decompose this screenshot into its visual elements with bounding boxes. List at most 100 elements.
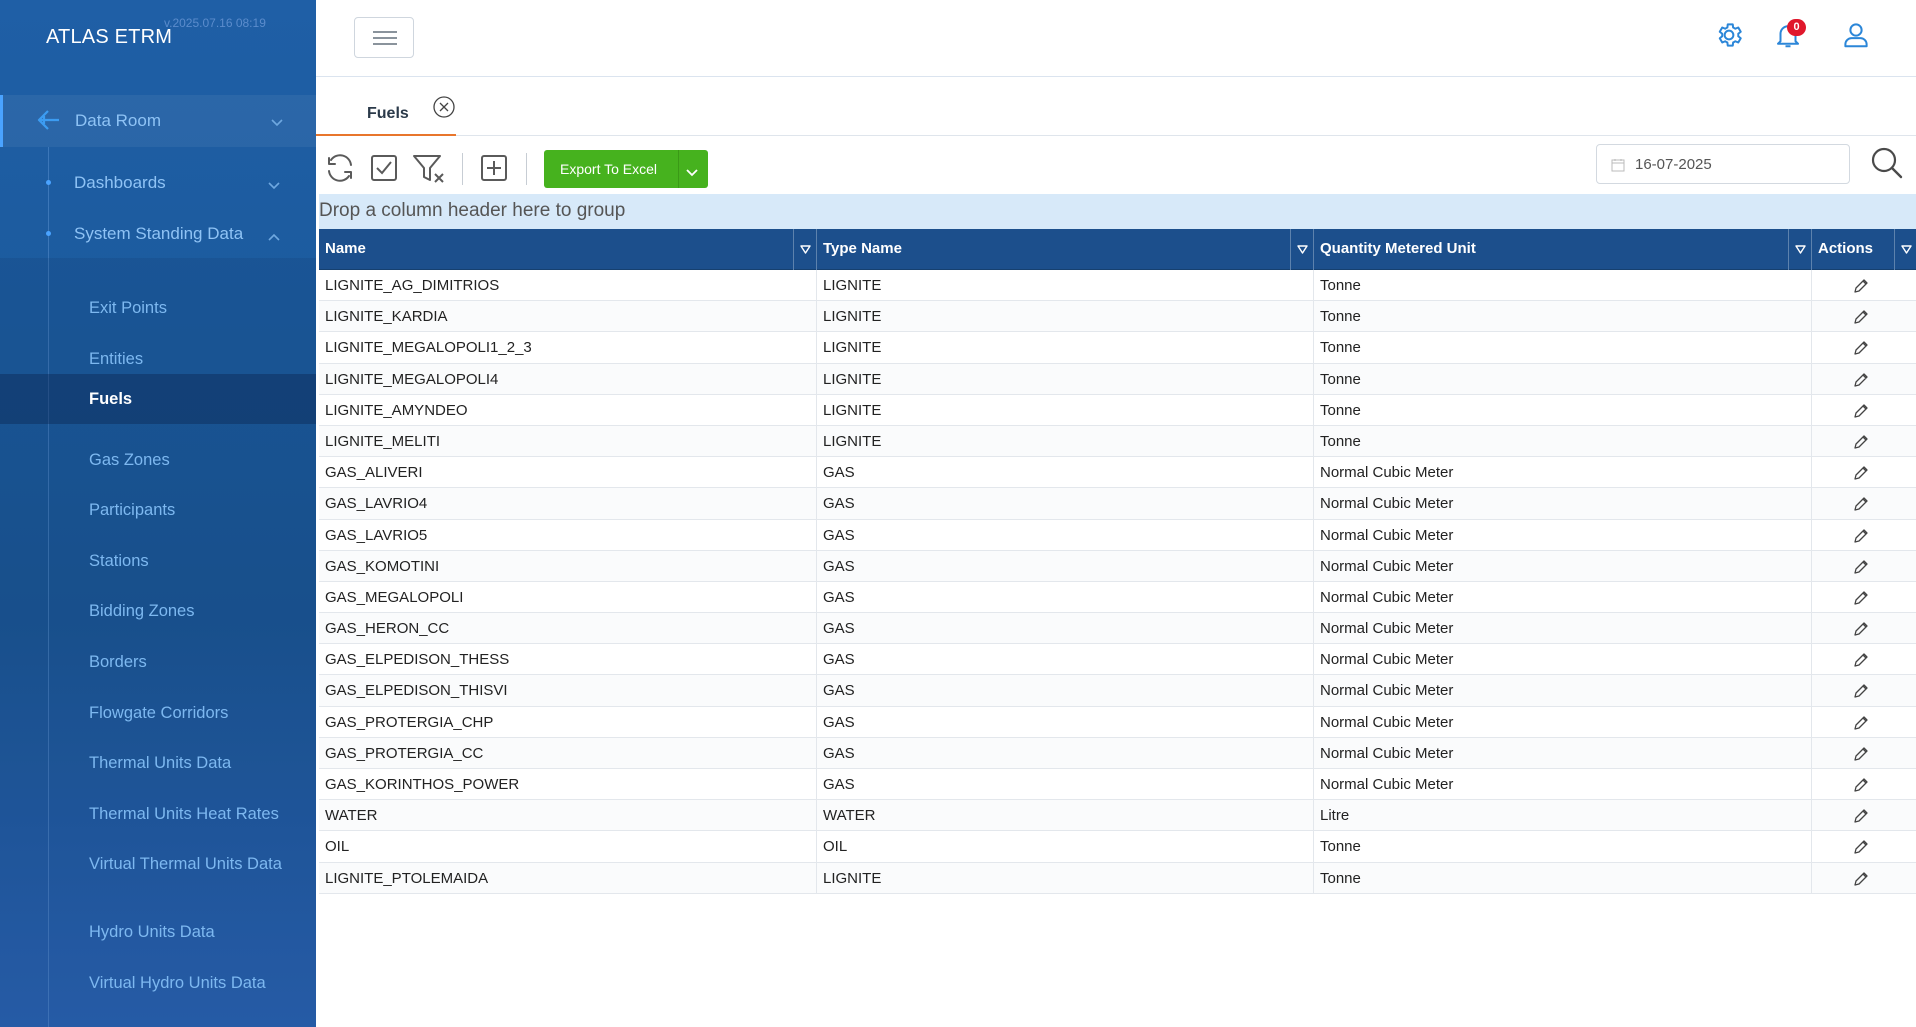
cell-type-name: GAS [817, 706, 1314, 738]
cell-actions [1812, 457, 1916, 488]
table-row[interactable]: LIGNITE_MEGALOPOLI1_2_3 LIGNITE Tonne [319, 332, 1916, 364]
cell-name: GAS_ELPEDISON_THESS [319, 644, 817, 676]
cell-quantity-unit: Litre [1314, 800, 1812, 832]
column-header-actions[interactable]: Actions [1812, 229, 1916, 270]
sidebar-item-thermal-units-heat-rates[interactable]: Thermal Units Heat Rates [0, 789, 316, 839]
sidebar-item-hydro-units-data[interactable]: Hydro Units Data [0, 907, 316, 957]
cell-actions [1812, 270, 1916, 301]
chevron-down-icon [268, 177, 280, 195]
cell-quantity-unit: Tonne [1314, 394, 1812, 426]
cell-quantity-unit: Normal Cubic Meter [1314, 706, 1812, 738]
notification-badge: 0 [1787, 19, 1806, 36]
group-by-drop-area[interactable]: Drop a column header here to group [319, 194, 1916, 229]
column-header-label: Actions [1818, 240, 1874, 257]
table-row[interactable]: GAS_KORINTHOS_POWER GAS Normal Cubic Meter [319, 769, 1916, 801]
cell-quantity-unit: Normal Cubic Meter [1314, 613, 1812, 645]
sidebar-item-gas-zones[interactable]: Gas Zones [0, 435, 316, 485]
cell-quantity-unit: Normal Cubic Meter [1314, 519, 1812, 551]
cell-quantity-unit: Normal Cubic Meter [1314, 550, 1812, 582]
sidebar-item-fuels[interactable]: Fuels [0, 374, 316, 424]
table-row[interactable]: WATER WATER Litre [319, 800, 1916, 832]
grid-body: LIGNITE_AG_DIMITRIOS LIGNITE Tonne LIGNITE_… [319, 270, 1916, 894]
table-row[interactable]: GAS_HERON_CC GAS Normal Cubic Meter [319, 613, 1916, 645]
cell-name: LIGNITE_KARDIA [319, 301, 817, 333]
sidebar-item-bidding-zones[interactable]: Bidding Zones [0, 586, 316, 636]
table-row[interactable]: GAS_LAVRIO4 GAS Normal Cubic Meter [319, 488, 1916, 520]
cell-type-name: LIGNITE [817, 394, 1314, 426]
chevron-down-icon[interactable] [686, 164, 698, 182]
sidebar-item-label: Thermal Units Heat Rates [89, 805, 279, 823]
column-header-type-name[interactable]: Type Name [817, 229, 1314, 270]
export-to-excel-button[interactable]: Export To Excel [544, 150, 708, 188]
column-filter-icon[interactable] [1290, 229, 1312, 270]
column-header-quantity-metered-unit[interactable]: Quantity Metered Unit [1314, 229, 1812, 270]
bullet-icon [46, 231, 51, 236]
cell-quantity-unit: Tonne [1314, 270, 1812, 301]
table-row[interactable]: LIGNITE_PTOLEMAIDA LIGNITE Tonne [319, 862, 1916, 894]
sidebar-item-stations[interactable]: Stations [0, 536, 316, 586]
refresh-icon[interactable] [322, 150, 360, 188]
cell-name: GAS_KORINTHOS_POWER [319, 769, 817, 800]
user-icon[interactable] [1841, 20, 1871, 55]
sidebar: ATLAS ETRM v.2025.07.16 08:19 Data Room … [0, 0, 316, 1027]
sidebar-item-exit-points[interactable]: Exit Points [0, 283, 316, 333]
gear-icon[interactable] [1714, 20, 1744, 55]
column-header-name[interactable]: Name [319, 229, 817, 270]
cell-actions [1812, 644, 1916, 675]
cell-name: GAS_PROTERGIA_CC [319, 737, 817, 769]
date-picker-input[interactable]: 16-07-2025 [1596, 144, 1850, 184]
sidebar-item-virtual-hydro-units-data[interactable]: Virtual Hydro Units Data [0, 958, 316, 1008]
sidebar-item-borders[interactable]: Borders [0, 637, 316, 687]
table-row[interactable]: GAS_LAVRIO5 GAS Normal Cubic Meter [319, 519, 1916, 551]
column-header-label: Name [325, 240, 366, 257]
cell-quantity-unit: Tonne [1314, 301, 1812, 333]
sidebar-item-dashboards[interactable]: Dashboards [0, 158, 316, 208]
table-row[interactable]: LIGNITE_AMYNDEO LIGNITE Tonne [319, 394, 1916, 426]
add-icon[interactable] [476, 150, 514, 188]
table-row[interactable]: GAS_ELPEDISON_THISVI GAS Normal Cubic Mete… [319, 675, 1916, 707]
table-row[interactable]: GAS_ELPEDISON_THESS GAS Normal Cubic Meter [319, 644, 1916, 676]
table-row[interactable]: GAS_ALIVERI GAS Normal Cubic Meter [319, 457, 1916, 489]
cell-name: LIGNITE_PTOLEMAIDA [319, 862, 817, 894]
sidebar-item-label: Borders [89, 653, 147, 671]
sidebar-item-label: Dashboards [74, 173, 166, 192]
table-row[interactable]: LIGNITE_MEGALOPOLI4 LIGNITE Tonne [319, 363, 1916, 395]
menu-toggle-button[interactable] [354, 17, 414, 58]
table-row[interactable]: OIL OIL Tonne [319, 831, 1916, 863]
column-filter-icon[interactable] [1788, 229, 1810, 270]
calendar-icon [1611, 158, 1625, 177]
sidebar-item-system-standing-data[interactable]: System Standing Data [0, 209, 316, 259]
table-row[interactable]: GAS_KOMOTINI GAS Normal Cubic Meter [319, 550, 1916, 582]
sidebar-item-participants[interactable]: Participants [0, 485, 316, 535]
sidebar-item-label: Bidding Zones [89, 602, 195, 620]
cell-quantity-unit: Tonne [1314, 363, 1812, 395]
cell-type-name: GAS [817, 581, 1314, 613]
table-row[interactable]: GAS_PROTERGIA_CC GAS Normal Cubic Meter [319, 737, 1916, 769]
select-all-icon[interactable] [366, 150, 404, 188]
sidebar-item-data-room[interactable]: Data Room [0, 95, 316, 147]
clear-filter-icon[interactable] [410, 150, 448, 188]
column-filter-icon[interactable] [793, 229, 815, 270]
table-row[interactable]: GAS_PROTERGIA_CHP GAS Normal Cubic Meter [319, 706, 1916, 738]
cell-type-name: LIGNITE [817, 363, 1314, 395]
cell-type-name: GAS [817, 769, 1314, 800]
tab-bar: Fuels [316, 77, 1916, 136]
cell-actions [1812, 675, 1916, 706]
cell-type-name: GAS [817, 550, 1314, 582]
sidebar-item-flowgate-corridors[interactable]: Flowgate Corridors [0, 688, 316, 738]
cell-name: LIGNITE_MELITI [319, 425, 817, 457]
sidebar-item-virtual-thermal-units-data[interactable]: Virtual Thermal Units Data [0, 839, 316, 889]
cell-actions [1812, 863, 1916, 894]
search-icon[interactable] [1870, 146, 1904, 185]
close-tab-icon[interactable] [432, 95, 456, 124]
group-hint: Drop a column header here to group [319, 200, 626, 221]
date-value: 16-07-2025 [1635, 156, 1712, 173]
table-row[interactable]: GAS_MEGALOPOLI GAS Normal Cubic Meter [319, 581, 1916, 614]
cell-actions [1812, 395, 1916, 426]
column-filter-icon[interactable] [1894, 229, 1916, 270]
cell-name: GAS_ELPEDISON_THISVI [319, 675, 817, 707]
table-row[interactable]: LIGNITE_AG_DIMITRIOS LIGNITE Tonne [319, 270, 1916, 302]
sidebar-item-thermal-units-data[interactable]: Thermal Units Data [0, 738, 316, 788]
table-row[interactable]: LIGNITE_MELITI LIGNITE Tonne [319, 425, 1916, 458]
table-row[interactable]: LIGNITE_KARDIA LIGNITE Tonne [319, 301, 1916, 333]
